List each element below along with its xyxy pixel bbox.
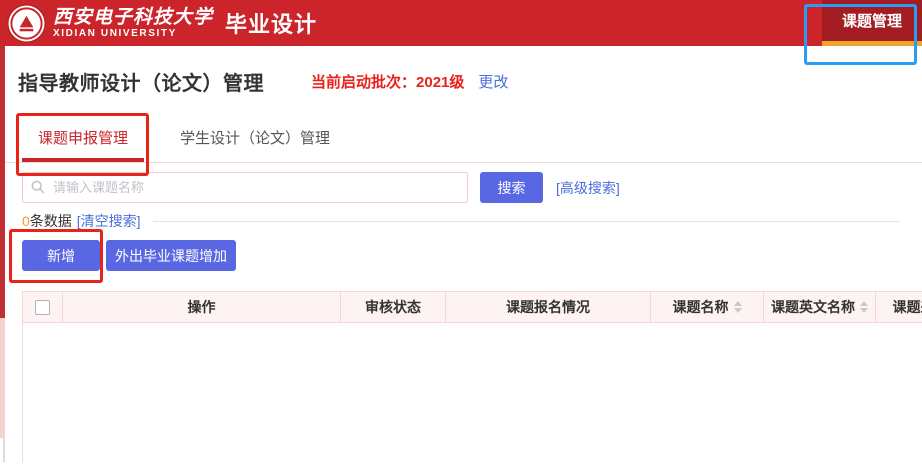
page-title: 指导教师设计（论文）管理 <box>18 67 264 96</box>
page-head: 指导教师设计（论文）管理 当前启动批次：2021级 更改 <box>18 67 922 95</box>
app-window: 西安电子科技大学 XIDIAN UNIVERSITY 毕业设计 课题管理 指导教… <box>0 0 922 474</box>
sort-asc-icon <box>734 301 742 306</box>
current-batch: 当前启动批次：2021级 <box>311 71 464 92</box>
clear-search-link[interactable]: [清空搜索] <box>77 211 141 231</box>
sort-desc-icon <box>860 308 868 313</box>
tab-topic-application-management[interactable]: 课题申报管理 <box>22 117 144 162</box>
column-header-topic-name[interactable]: 课题名称 <box>651 292 764 322</box>
brand: 西安电子科技大学 XIDIAN UNIVERSITY 毕业设计 <box>0 4 317 43</box>
search-button[interactable]: 搜索 <box>480 172 543 203</box>
nav-item-topic-management-label: 课题管理 <box>842 10 902 31</box>
column-header-topic-name-label: 课题名称 <box>673 297 729 317</box>
topics-table: 操作 审核状态 课题报名情况 课题名称 课题英文名称 课题来源 <box>22 291 922 323</box>
left-edge-strip-red <box>0 46 5 318</box>
search-input[interactable] <box>22 172 468 203</box>
app-title: 毕业设计 <box>225 7 317 39</box>
search-row: 搜索 [高级搜索] <box>22 172 922 203</box>
sort-desc-icon <box>734 308 742 313</box>
table-header-row: 操作 审核状态 课题报名情况 课题名称 课题英文名称 课题来源 <box>22 291 922 323</box>
sort-icon[interactable] <box>860 301 868 313</box>
column-header-topic-source: 课题来源 <box>876 292 922 322</box>
change-batch-link[interactable]: 更改 <box>478 71 508 92</box>
university-name-en: XIDIAN UNIVERSITY <box>53 29 213 39</box>
current-batch-label: 当前启动批次： <box>311 74 416 91</box>
result-count: 0 <box>22 213 30 229</box>
column-header-registration-status: 课题报名情况 <box>446 292 651 322</box>
sort-icon[interactable] <box>734 301 742 313</box>
actions-row: 新增 外出毕业课题增加 <box>22 240 922 271</box>
university-name-cn: 西安电子科技大学 <box>53 8 213 27</box>
search-box <box>22 172 468 203</box>
left-edge-strip-pink <box>0 318 5 438</box>
left-edge-strip-gray <box>3 438 5 462</box>
nav-item-topic-management[interactable]: 课题管理 <box>822 0 922 46</box>
table-header-select <box>23 292 63 322</box>
add-topic-button[interactable]: 新增 <box>22 240 100 271</box>
tab-bar: 课题申报管理 学生设计（论文）管理 <box>0 117 922 163</box>
column-header-topic-english-name-label: 课题英文名称 <box>771 297 855 317</box>
search-icon <box>31 180 45 194</box>
tab-student-design-management[interactable]: 学生设计（论文）管理 <box>164 117 346 162</box>
select-all-checkbox[interactable] <box>35 300 50 315</box>
current-batch-value: 2021级 <box>416 74 464 91</box>
add-external-topic-button[interactable]: 外出毕业课题增加 <box>106 240 236 271</box>
table-left-border <box>22 323 23 463</box>
column-header-review-status: 审核状态 <box>341 292 446 322</box>
results-info-row: 0 条数据 [清空搜索] <box>22 211 900 231</box>
divider-line <box>153 221 900 222</box>
column-header-operations: 操作 <box>63 292 341 322</box>
result-count-suffix: 条数据 <box>30 211 72 231</box>
university-logo-icon <box>7 4 46 43</box>
column-header-topic-english-name[interactable]: 课题英文名称 <box>764 292 876 322</box>
advanced-search-link[interactable]: [高级搜索] <box>556 178 620 198</box>
sort-asc-icon <box>860 301 868 306</box>
app-header: 西安电子科技大学 XIDIAN UNIVERSITY 毕业设计 课题管理 <box>0 0 922 46</box>
university-name: 西安电子科技大学 XIDIAN UNIVERSITY <box>53 8 213 39</box>
